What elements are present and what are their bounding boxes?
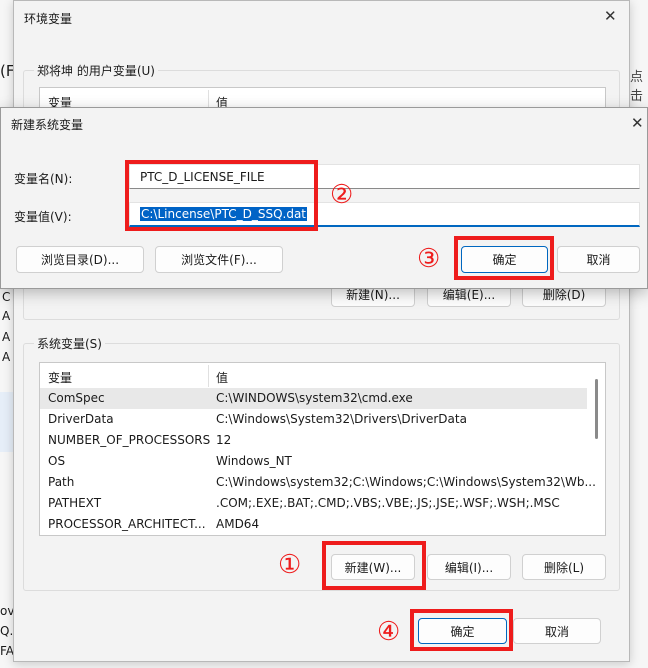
browse-directory-button[interactable]: 浏览目录(D)... — [16, 246, 144, 273]
system-edit-button[interactable]: 编辑(I)... — [427, 554, 511, 580]
table-row[interactable]: PATHEXT .COM;.EXE;.BAT;.CMD;.VBS;.VBE;.J… — [40, 493, 605, 514]
variable-value: C:\WINDOWS\system32\cmd.exe — [216, 391, 413, 405]
table-row[interactable]: PROCESSOR_ARCHITECT... AMD64 — [40, 514, 605, 535]
background-fragment-left: A — [2, 330, 11, 344]
background-fragment-left: C — [2, 290, 11, 304]
annotation-marker-3: ③ — [417, 244, 441, 274]
variable-value-label: 变量值(V): — [14, 210, 72, 224]
annotation-box-3 — [454, 236, 554, 280]
column-divider — [208, 365, 209, 387]
background-fragment-left: FA — [0, 644, 15, 658]
variable-value: C:\Windows\system32;C:\Windows;C:\Window… — [216, 475, 596, 489]
background-fragment-right: 点击 — [630, 70, 644, 104]
variable-value: AMD64 — [216, 517, 260, 531]
close-icon[interactable]: ✕ — [604, 7, 617, 25]
variable-name: PATHEXT — [48, 496, 102, 510]
system-delete-button[interactable]: 删除(L) — [522, 554, 606, 580]
table-row[interactable]: OS Windows_NT — [40, 451, 605, 472]
annotation-box-4 — [410, 609, 513, 651]
variable-name: Path — [48, 475, 75, 489]
system-vars-label: 系统变量(S) — [34, 335, 105, 352]
close-icon[interactable]: ✕ — [631, 114, 644, 132]
browse-file-button[interactable]: 浏览文件(F)... — [155, 246, 283, 273]
background-highlight — [0, 392, 14, 452]
background-fragment-left: A — [2, 350, 11, 364]
annotation-marker-2: ② — [330, 180, 354, 210]
variable-value: C:\Windows\System32\Drivers\DriverData — [216, 412, 467, 426]
annotation-marker-1: ① — [278, 550, 302, 580]
table-row[interactable]: ComSpec C:\WINDOWS\system32\cmd.exe — [40, 388, 587, 409]
table-row[interactable]: NUMBER_OF_PROCESSORS 12 — [40, 430, 605, 451]
dialog-cancel-button[interactable]: 取消 — [557, 246, 640, 273]
annotation-box-2 — [125, 160, 318, 231]
variable-name: DriverData — [48, 412, 114, 426]
system-vars-table[interactable]: 变量 值 ComSpec C:\WINDOWS\system32\cmd.exe… — [39, 362, 606, 536]
vertical-scrollbar[interactable] — [595, 379, 598, 439]
annotation-box-1 — [322, 541, 426, 590]
variable-name: NUMBER_OF_PROCESSORS — [48, 433, 211, 447]
variable-value: 12 — [216, 433, 232, 447]
column-header-variable[interactable]: 变量 — [48, 369, 72, 386]
variable-name: OS — [48, 454, 66, 468]
table-row[interactable]: Path C:\Windows\system32;C:\Windows;C:\W… — [40, 472, 605, 493]
variable-name: ComSpec — [48, 391, 105, 405]
table-row[interactable]: DriverData C:\Windows\System32\Drivers\D… — [40, 409, 605, 430]
background-fragment-left: A — [2, 309, 11, 323]
variable-value: .COM;.EXE;.BAT;.CMD;.VBS;.VBE;.JS;.JSE;.… — [216, 496, 560, 510]
column-header-value[interactable]: 值 — [216, 369, 228, 386]
annotation-marker-4: ④ — [377, 617, 401, 647]
variable-name: PROCESSOR_ARCHITECT... — [48, 517, 206, 531]
variable-value: Windows_NT — [216, 454, 292, 468]
variable-name-label: 变量名(N): — [14, 172, 73, 186]
window-title: 环境变量 — [24, 12, 73, 26]
user-vars-label: 郑将坤 的用户变量(U) — [34, 62, 158, 79]
dialog-title: 新建系统变量 — [11, 118, 84, 132]
cancel-button[interactable]: 取消 — [513, 618, 601, 644]
